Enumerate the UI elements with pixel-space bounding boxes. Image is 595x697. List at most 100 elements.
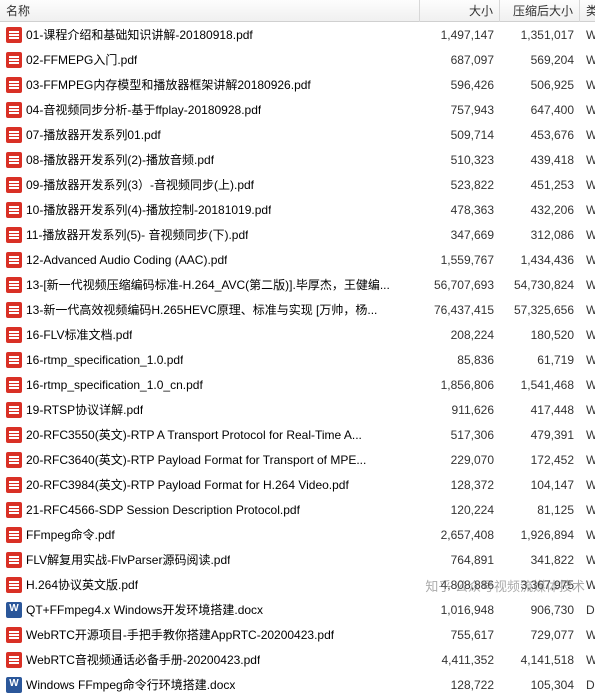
file-name-cell[interactable]: 09-播放器开发系列(3）-音视频同步(上).pdf (0, 174, 420, 195)
pdf-file-icon (6, 227, 22, 243)
file-name-cell[interactable]: 20-RFC3984(英文)-RTP Payload Format for H.… (0, 474, 420, 495)
col-header-compressed[interactable]: 压缩后大小 (500, 0, 580, 22)
file-size-cell: 517,306 (420, 426, 500, 444)
file-name-cell[interactable]: 10-播放器开发系列(4)-播放控制-20181019.pdf (0, 199, 420, 220)
file-name-cell[interactable]: 12-Advanced Audio Coding (AAC).pdf (0, 250, 420, 270)
table-row[interactable]: 20-RFC3640(英文)-RTP Payload Format for Tr… (0, 447, 595, 472)
file-name-label: 20-RFC3640(英文)-RTP Payload Format for Tr… (26, 451, 366, 468)
file-type-cell: WPS P (580, 501, 595, 519)
table-row[interactable]: FFmpeg命令.pdf2,657,4081,926,894WPS P (0, 522, 595, 547)
file-name-label: 21-RFC4566-SDP Session Description Proto… (26, 503, 300, 517)
file-name-label: 16-FLV标准文档.pdf (26, 326, 132, 343)
table-row[interactable]: QT+FFmpeg4.x Windows开发环境搭建.docx1,016,948… (0, 597, 595, 622)
table-row[interactable]: 10-播放器开发系列(4)-播放控制-20181019.pdf478,36343… (0, 197, 595, 222)
table-row[interactable]: 04-音视频同步分析-基于ffplay-20180928.pdf757,9436… (0, 97, 595, 122)
file-compressed-size-cell: 104,147 (500, 476, 580, 494)
file-size-cell: 1,856,806 (420, 376, 500, 394)
pdf-file-icon (6, 477, 22, 493)
file-name-label: 13-新一代高效视频编码H.265HEVC原理、标准与实现 [万帅，杨... (26, 301, 377, 318)
file-name-cell[interactable]: 13-新一代高效视频编码H.265HEVC原理、标准与实现 [万帅，杨... (0, 299, 420, 320)
file-type-cell: WPS P (580, 401, 595, 419)
pdf-file-icon (6, 327, 22, 343)
file-type-cell: WPS P (580, 326, 595, 344)
file-size-cell: 128,722 (420, 676, 500, 694)
file-type-cell: WPS P (580, 151, 595, 169)
file-list-table: 名称 大小 压缩后大小 类型 01-课程介绍和基础知识讲解-20180918.p… (0, 0, 595, 697)
table-row[interactable]: 16-rtmp_specification_1.0_cn.pdf1,856,80… (0, 372, 595, 397)
file-name-label: WebRTC音视频通话必备手册-20200423.pdf (26, 651, 260, 668)
file-type-cell: WPS P (580, 351, 595, 369)
file-type-cell: WPS P (580, 426, 595, 444)
table-row[interactable]: 16-rtmp_specification_1.0.pdf85,83661,71… (0, 347, 595, 372)
file-name-label: WebRTC开源项目-手把手教你搭建AppRTC-20200423.pdf (26, 626, 334, 643)
file-name-cell[interactable]: 20-RFC3640(英文)-RTP Payload Format for Tr… (0, 449, 420, 470)
col-header-type[interactable]: 类型 (580, 0, 595, 22)
file-name-label: 12-Advanced Audio Coding (AAC).pdf (26, 253, 227, 267)
file-name-label: 11-播放器开发系列(5)- 音视频同步(下).pdf (26, 226, 248, 243)
file-name-cell[interactable]: 04-音视频同步分析-基于ffplay-20180928.pdf (0, 99, 420, 120)
table-row[interactable]: 12-Advanced Audio Coding (AAC).pdf1,559,… (0, 247, 595, 272)
file-name-cell[interactable]: 21-RFC4566-SDP Session Description Proto… (0, 500, 420, 520)
table-row[interactable]: 08-播放器开发系列(2)-播放音频.pdf510,323439,418WPS … (0, 147, 595, 172)
table-row[interactable]: 09-播放器开发系列(3）-音视频同步(上).pdf523,822451,253… (0, 172, 595, 197)
file-compressed-size-cell: 1,434,436 (500, 251, 580, 269)
file-name-cell[interactable]: 01-课程介绍和基础知识讲解-20180918.pdf (0, 24, 420, 45)
table-row[interactable]: 20-RFC3550(英文)-RTP A Transport Protocol … (0, 422, 595, 447)
table-row[interactable]: 01-课程介绍和基础知识讲解-20180918.pdf1,497,1471,35… (0, 22, 595, 47)
file-name-cell[interactable]: 16-rtmp_specification_1.0.pdf (0, 350, 420, 370)
table-row[interactable]: Windows FFmpeg命令行环境搭建.docx128,722105,304… (0, 672, 595, 697)
file-size-cell: 757,943 (420, 101, 500, 119)
file-compressed-size-cell: 54,730,824 (500, 276, 580, 294)
file-size-cell: 509,714 (420, 126, 500, 144)
table-row[interactable]: WebRTC开源项目-手把手教你搭建AppRTC-20200423.pdf755… (0, 622, 595, 647)
file-size-cell: 523,822 (420, 176, 500, 194)
pdf-file-icon (6, 277, 22, 293)
file-name-cell[interactable]: WebRTC音视频通话必备手册-20200423.pdf (0, 649, 420, 670)
pdf-file-icon (6, 577, 22, 593)
file-size-cell: 510,323 (420, 151, 500, 169)
table-row[interactable]: 13-新一代高效视频编码H.265HEVC原理、标准与实现 [万帅，杨... 76… (0, 297, 595, 322)
table-row[interactable]: 21-RFC4566-SDP Session Description Proto… (0, 497, 595, 522)
file-compressed-size-cell: 506,925 (500, 76, 580, 94)
table-row[interactable]: 19-RTSP协议详解.pdf911,626417,448WPS P (0, 397, 595, 422)
file-type-cell: WPS P (580, 26, 595, 44)
file-name-cell[interactable]: 07-播放器开发系列01.pdf (0, 124, 420, 145)
table-row[interactable]: 11-播放器开发系列(5)- 音视频同步(下).pdf347,669312,08… (0, 222, 595, 247)
file-name-cell[interactable]: FLV解复用实战-FlvParser源码阅读.pdf (0, 549, 420, 570)
pdf-file-icon (6, 27, 22, 43)
file-size-cell: 120,224 (420, 501, 500, 519)
file-name-cell[interactable]: 08-播放器开发系列(2)-播放音频.pdf (0, 149, 420, 170)
file-compressed-size-cell: 57,325,656 (500, 301, 580, 319)
col-header-name[interactable]: 名称 (0, 0, 420, 22)
file-name-cell[interactable]: FFmpeg命令.pdf (0, 524, 420, 545)
file-name-cell[interactable]: WebRTC开源项目-手把手教你搭建AppRTC-20200423.pdf (0, 624, 420, 645)
file-type-cell: DOCX (580, 601, 595, 619)
table-row[interactable]: 16-FLV标准文档.pdf208,224180,520WPS P (0, 322, 595, 347)
table-row[interactable]: 13-[新一代视频压缩编码标准-H.264_AVC(第二版)].毕厚杰，王健编.… (0, 272, 595, 297)
file-name-cell[interactable]: 02-FFMEPG入门.pdf (0, 49, 420, 70)
file-type-cell: WPS P (580, 626, 595, 644)
table-row[interactable]: 20-RFC3984(英文)-RTP Payload Format for H.… (0, 472, 595, 497)
file-name-cell[interactable]: H.264协议英文版.pdf (0, 574, 420, 595)
file-size-cell: 76,437,415 (420, 301, 500, 319)
file-name-cell[interactable]: 03-FFMPEG内存模型和播放器框架讲解20180926.pdf (0, 74, 420, 95)
col-header-size[interactable]: 大小 (420, 0, 500, 22)
table-row[interactable]: 03-FFMPEG内存模型和播放器框架讲解20180926.pdf596,426… (0, 72, 595, 97)
table-row[interactable]: WebRTC音视频通话必备手册-20200423.pdf4,411,3524,1… (0, 647, 595, 672)
file-name-cell[interactable]: 16-FLV标准文档.pdf (0, 324, 420, 345)
file-compressed-size-cell: 105,304 (500, 676, 580, 694)
table-row[interactable]: FLV解复用实战-FlvParser源码阅读.pdf764,891341,822… (0, 547, 595, 572)
file-name-cell[interactable]: 16-rtmp_specification_1.0_cn.pdf (0, 375, 420, 395)
file-name-cell[interactable]: 20-RFC3550(英文)-RTP A Transport Protocol … (0, 424, 420, 445)
file-name-cell[interactable]: QT+FFmpeg4.x Windows开发环境搭建.docx (0, 599, 420, 620)
table-row[interactable]: 07-播放器开发系列01.pdf509,714453,676WPS P (0, 122, 595, 147)
file-name-cell[interactable]: Windows FFmpeg命令行环境搭建.docx (0, 674, 420, 695)
table-row[interactable]: 02-FFMEPG入门.pdf687,097569,204WPS P (0, 47, 595, 72)
pdf-file-icon (6, 102, 22, 118)
file-name-cell[interactable]: 19-RTSP协议详解.pdf (0, 399, 420, 420)
file-type-cell: WPS P (580, 276, 595, 294)
table-row[interactable]: H.264协议英文版.pdf4,808,8863,367,975WPS P (0, 572, 595, 597)
file-name-cell[interactable]: 13-[新一代视频压缩编码标准-H.264_AVC(第二版)].毕厚杰，王健编.… (0, 274, 420, 295)
file-compressed-size-cell: 1,926,894 (500, 526, 580, 544)
file-name-cell[interactable]: 11-播放器开发系列(5)- 音视频同步(下).pdf (0, 224, 420, 245)
